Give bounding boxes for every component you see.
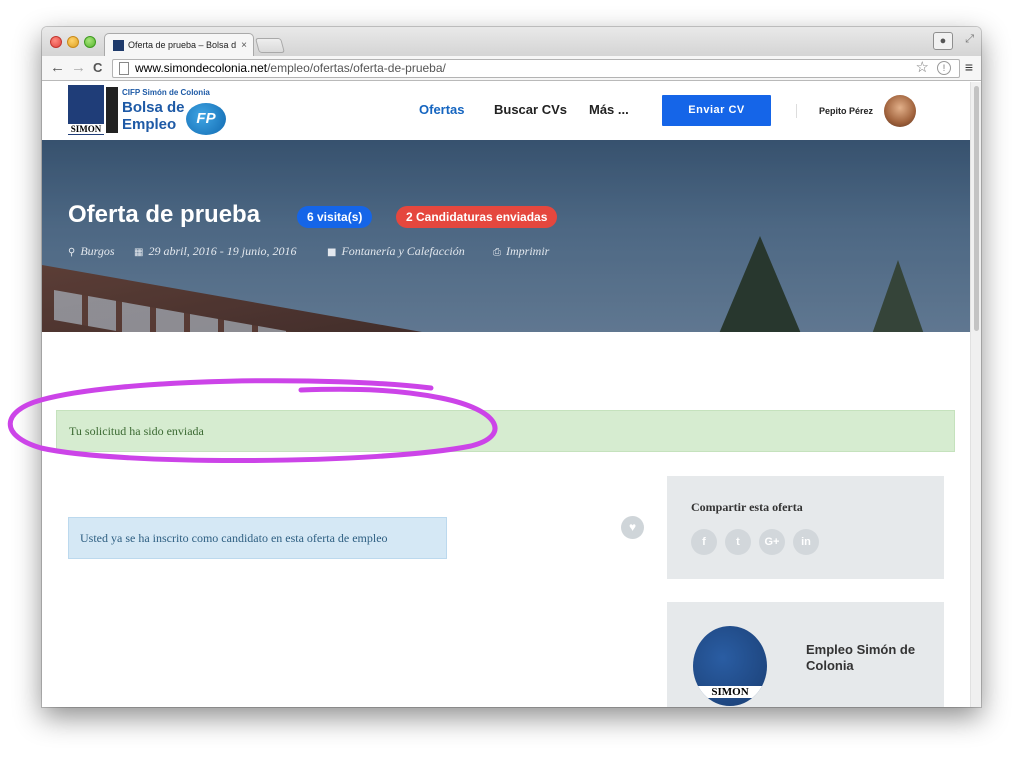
url-host: www.simondecolonia.net: [135, 61, 268, 75]
url-path: /empleo/ofertas/oferta-de-prueba/: [267, 61, 446, 75]
company-name[interactable]: Empleo Simón de Colonia: [806, 642, 936, 674]
company-logo[interactable]: SIMON: [693, 626, 767, 706]
extension-icon[interactable]: !: [937, 61, 951, 75]
nav-ofertas[interactable]: Ofertas: [419, 102, 465, 117]
scrollbar-thumb[interactable]: [974, 86, 979, 331]
folder-icon: ■: [327, 247, 337, 258]
job-dates: ▦ 29 abril, 2016 - 19 junio, 2016: [134, 244, 296, 259]
job-category[interactable]: ■ Fontanería y Calefacción: [327, 244, 465, 259]
address-bar[interactable]: www.simondecolonia.net/empleo/ofertas/of…: [112, 59, 960, 78]
bookmark-star-icon[interactable]: ☆: [916, 58, 929, 76]
header-divider: [796, 104, 797, 118]
job-hero: Oferta de prueba 6 visita(s) 2 Candidatu…: [42, 140, 970, 332]
browser-window: Oferta de prueba – Bolsa d × ● ⤢ ← → C w…: [42, 27, 981, 707]
heart-icon[interactable]: ♥: [621, 516, 644, 539]
logo-mark-text: SIMON: [68, 124, 104, 134]
applications-badge: 2 Candidaturas enviadas: [396, 206, 558, 228]
nav-mas[interactable]: Más ...: [589, 102, 629, 117]
forward-icon[interactable]: →: [71, 59, 86, 77]
logo-side-bar: [106, 87, 118, 133]
map-pin-icon: ⚲: [68, 247, 76, 258]
company-logo-text: SIMON: [693, 686, 767, 698]
window-maximize-button[interactable]: [84, 36, 96, 48]
google-plus-icon[interactable]: G+: [759, 529, 785, 555]
logo-fp-badge: FP: [186, 103, 226, 135]
avatar[interactable]: [884, 95, 916, 127]
hero-overlay: [42, 140, 970, 332]
success-alert: Tu solicitud ha sido enviada: [56, 410, 955, 452]
browser-menu-icon[interactable]: ≡: [965, 59, 973, 75]
fullscreen-icon[interactable]: ⤢: [965, 33, 974, 46]
share-title: Compartir esta oferta: [691, 500, 803, 514]
linkedin-icon[interactable]: in: [793, 529, 819, 555]
page-icon: [119, 62, 129, 75]
share-box: Compartir esta oferta f t G+ in: [667, 476, 944, 579]
favicon-icon: [113, 39, 124, 51]
job-location: ⚲ Burgos: [68, 244, 115, 259]
tab-close-icon[interactable]: ×: [241, 40, 247, 51]
window-minimize-button[interactable]: [67, 36, 79, 48]
window-close-button[interactable]: [50, 36, 62, 48]
page-viewport: SIMON CIFP Simón de Colonia Bolsa de Emp…: [42, 82, 970, 707]
location-text: Burgos: [80, 244, 115, 258]
enviar-cv-button[interactable]: Enviar CV: [662, 95, 771, 126]
print-icon: ⎙: [493, 247, 501, 258]
logo-line-2: Empleo: [122, 116, 177, 133]
dates-text: 29 abril, 2016 - 19 junio, 2016: [148, 244, 297, 258]
reload-icon[interactable]: C: [93, 59, 102, 77]
back-icon[interactable]: ←: [50, 59, 65, 77]
company-box: SIMON Empleo Simón de Colonia: [667, 602, 944, 707]
profile-icon[interactable]: ●: [933, 32, 953, 50]
nav-buscar-cvs[interactable]: Buscar CVs: [494, 102, 567, 117]
twitter-icon[interactable]: t: [725, 529, 751, 555]
new-tab-button[interactable]: [254, 38, 286, 53]
visits-badge: 6 visita(s): [297, 206, 373, 228]
calendar-icon: ▦: [134, 247, 144, 258]
scrollbar[interactable]: [970, 82, 981, 707]
info-alert: Usted ya se ha inscrito como candidato e…: [68, 517, 447, 559]
print-link[interactable]: ⎙ Imprimir: [493, 244, 549, 259]
category-text: Fontanería y Calefacción: [341, 244, 465, 258]
tab-title: Oferta de prueba – Bolsa d: [128, 40, 237, 50]
site-header: SIMON CIFP Simón de Colonia Bolsa de Emp…: [42, 82, 970, 140]
print-text: Imprimir: [506, 244, 550, 258]
tab-bar: Oferta de prueba – Bolsa d × ● ⤢: [42, 27, 981, 56]
logo-school: CIFP Simón de Colonia: [122, 88, 210, 97]
site-logo[interactable]: SIMON CIFP Simón de Colonia Bolsa de Emp…: [68, 85, 233, 137]
logo-mark: SIMON: [68, 85, 104, 135]
browser-toolbar: ← → C www.simondecolonia.net/empleo/ofer…: [42, 56, 981, 81]
logo-line-1: Bolsa de: [122, 99, 185, 116]
user-name[interactable]: Pepito Pérez: [819, 106, 873, 116]
facebook-icon[interactable]: f: [691, 529, 717, 555]
page-title: Oferta de prueba: [68, 201, 261, 228]
browser-tab[interactable]: Oferta de prueba – Bolsa d ×: [104, 33, 254, 56]
